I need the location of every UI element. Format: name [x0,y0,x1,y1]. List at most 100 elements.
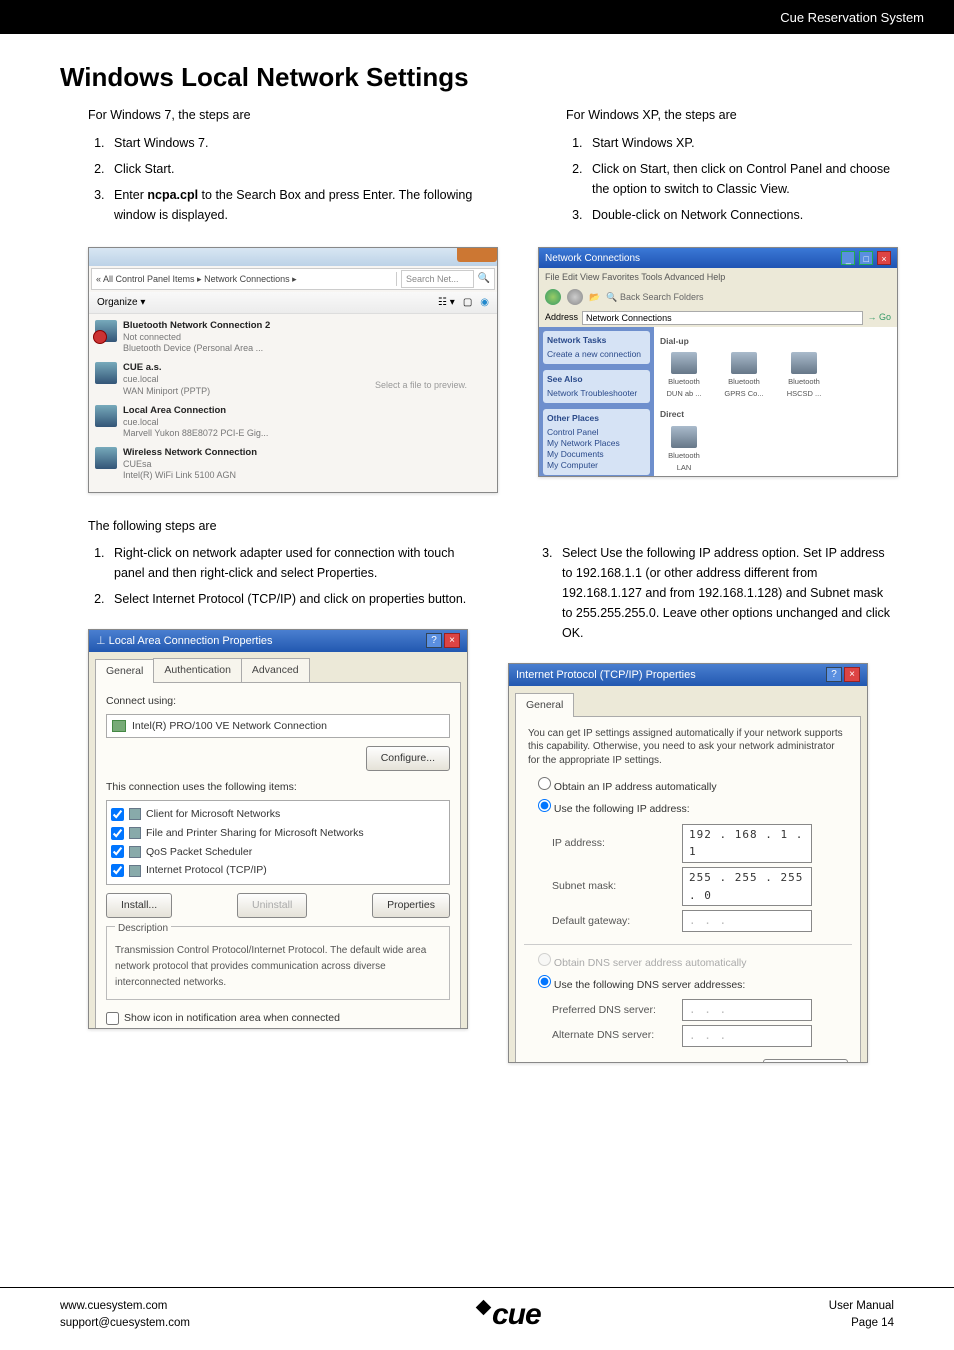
obtain-ip-radio[interactable] [538,777,551,790]
bluetooth-icon[interactable] [95,320,117,342]
connection-item[interactable]: Wireless Network Connection CUEsa Intel(… [123,447,257,481]
vpn-icon[interactable] [95,362,117,384]
organize-menu[interactable]: Organize ▾ [97,295,145,311]
connection-item[interactable]: Local Area Connection cue.local Marvell … [123,405,268,439]
menu-bar[interactable]: File Edit View Favorites Tools Advanced … [539,268,897,286]
search-button[interactable]: 🔍 Back Search Folders [606,290,703,304]
close-icon[interactable]: × [444,633,460,648]
footer-url: www.cuesystem.com [60,1298,190,1315]
configure-button[interactable]: Configure... [366,746,450,771]
ethernet-icon[interactable] [95,405,117,427]
protocol-icon [129,865,141,877]
properties-button[interactable]: Properties [372,893,450,918]
connection-item[interactable]: Bluetooth DUN ab ... [660,352,708,400]
address-label: Address [545,310,578,324]
close-icon[interactable]: × [844,667,860,682]
search-input[interactable]: Search Net... [401,270,474,288]
adapter-name: Intel(R) PRO/100 VE Network Connection [132,718,327,735]
connection-item[interactable]: Bluetooth Network Connection 2 Not conne… [123,320,270,354]
help-icon[interactable]: ◉ [480,295,489,311]
wifi-icon[interactable] [95,447,117,469]
sidebar-heading: Network Tasks [547,335,646,346]
close-icon[interactable]: × [877,251,891,265]
lac-properties-screenshot: ⊥ Local Area Connection Properties ? × G… [88,629,468,1029]
window-title: Internet Protocol (TCP/IP) Properties [516,667,696,683]
following-step: Select Internet Protocol (TCP/IP) and cl… [108,589,468,609]
xp-step: Start Windows XP. [586,133,898,153]
connect-using-label: Connect using: [106,693,450,710]
install-button[interactable]: Install... [106,893,172,918]
address-input[interactable] [582,311,863,325]
footer-page: Page 14 [829,1315,894,1332]
sidebar: Network Tasks Create a new connection Se… [539,327,654,477]
group-heading: Dial-up [660,335,891,349]
group-heading: Direct [660,408,891,422]
xp-steps-list: Start Windows XP. Click on Start, then c… [586,133,898,225]
connection-item[interactable]: Bluetooth GPRS Co... [720,352,768,400]
ip-address-input[interactable]: 192 . 168 . 1 . 1 [682,824,812,863]
window-title: Network Connections [545,251,640,265]
sidebar-heading: See Also [547,374,646,385]
preferred-dns-label: Preferred DNS server: [552,1002,682,1019]
client-icon [129,808,141,820]
following-right-list: Select Use the following IP address opti… [556,543,894,643]
description-label: Description [115,921,171,937]
sidebar-item[interactable]: My Network Places [547,438,646,449]
view-icon[interactable]: ☷ ▾ [438,295,455,311]
nic-icon [112,720,126,732]
item-checkbox[interactable] [111,808,124,821]
minimize-icon[interactable]: _ [841,251,855,265]
item-checkbox[interactable] [111,864,124,877]
show-icon-checkbox[interactable] [106,1012,119,1025]
tab-general[interactable]: General [515,693,574,717]
win7-step: Start Windows 7. [108,133,498,153]
connection-items-list[interactable]: Client for Microsoft Networks File and P… [106,800,450,885]
gateway-input[interactable]: . . . [682,910,812,932]
connection-item[interactable]: Bluetooth HSCSD ... [780,352,828,400]
connection-item[interactable]: CUE a.s. cue.local WAN Miniport (PPTP) [123,362,210,396]
following-heading: The following steps are [88,519,894,533]
close-icon[interactable] [457,248,497,262]
use-dns-radio[interactable] [538,975,551,988]
preview-icon[interactable]: ▢ [463,295,472,311]
alternate-dns-input[interactable]: . . . [682,1025,812,1047]
obtain-dns-radio [538,953,551,966]
search-icon[interactable]: 🔍 [478,271,490,287]
back-icon[interactable] [545,289,561,305]
sidebar-heading: Other Places [547,413,646,424]
subnet-mask-input[interactable]: 255 . 255 . 255 . 0 [682,867,812,906]
tabs[interactable]: General [515,692,861,716]
tab-advanced[interactable]: Advanced [241,658,310,682]
advanced-button[interactable]: Advanced... [763,1059,848,1063]
help-icon[interactable]: ? [426,633,442,648]
win7-step: Click Start. [108,159,498,179]
item-checkbox[interactable] [111,827,124,840]
logo: cue [478,1298,541,1332]
uninstall-button[interactable]: Uninstall [237,893,307,918]
sidebar-item[interactable]: Control Panel [547,427,646,438]
sidebar-item[interactable]: Network Troubleshooter [547,388,646,399]
show-icon-label: Show icon in notification area when conn… [124,1010,340,1027]
footer-manual: User Manual [829,1298,894,1315]
breadcrumb[interactable]: « All Control Panel Items ▸ Network Conn… [96,272,297,286]
sidebar-item[interactable]: Create a new connection [547,349,646,360]
item-checkbox[interactable] [111,845,124,858]
maximize-icon[interactable]: □ [859,251,873,265]
connection-item[interactable]: Bluetooth LAN Connection ... [660,426,708,477]
tab-authentication[interactable]: Authentication [153,658,242,682]
tabs[interactable]: General Authentication Advanced [95,658,461,682]
ip-address-label: IP address: [552,835,682,852]
subnet-mask-label: Subnet mask: [552,878,682,895]
win7-steps-list: Start Windows 7. Click Start. Enter ncpa… [108,133,498,225]
gateway-label: Default gateway: [552,913,682,930]
toolbar[interactable]: 📂 🔍 Back Search Folders [539,286,897,308]
go-button[interactable]: → Go [867,310,891,324]
preferred-dns-input[interactable]: . . . [682,999,812,1021]
sidebar-item[interactable]: My Documents [547,449,646,460]
sidebar-item[interactable]: My Computer [547,460,646,471]
forward-icon[interactable] [567,289,583,305]
use-ip-radio[interactable] [538,799,551,812]
up-icon[interactable]: 📂 [589,290,600,304]
tab-general[interactable]: General [95,659,154,683]
help-icon[interactable]: ? [826,667,842,682]
